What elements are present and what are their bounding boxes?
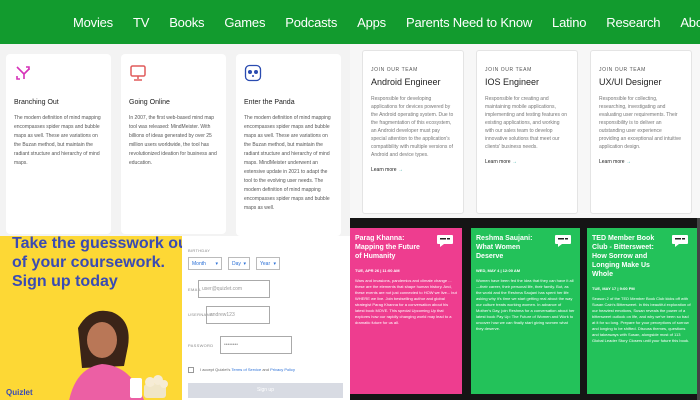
quizlet-promo-banner: Take the guesswork out of your coursewor…: [0, 236, 182, 400]
event-card-parag-khanna[interactable]: Parag Khanna: Mapping the Future of Huma…: [350, 228, 462, 394]
terms-checkbox[interactable]: [188, 367, 194, 373]
job-title: IOS Engineer: [485, 77, 540, 87]
job-title: UX/UI Designer: [599, 77, 662, 87]
password-field[interactable]: ••••••••: [220, 336, 292, 354]
terms-prefix: I accept Quizlet's: [200, 367, 231, 372]
ted-events-section: Parag Khanna: Mapping the Future of Huma…: [350, 218, 700, 400]
email-field[interactable]: user@quizlet.com: [198, 280, 270, 298]
terms-of-service-link[interactable]: Terms of Service: [231, 367, 261, 372]
nav-parents-need-to-know[interactable]: Parents Need to Know: [406, 15, 532, 30]
feature-card-enter-the-panda: Enter the Panda The modern definition of…: [236, 54, 341, 236]
nav-podcasts[interactable]: Podcasts: [285, 15, 337, 30]
top-nav-bar: Movies TV Books Games Podcasts Apps Pare…: [0, 0, 700, 44]
nav-tv[interactable]: TV: [133, 15, 149, 30]
arrow-right-icon: →: [397, 167, 403, 173]
learn-more-link[interactable]: Learn more →: [371, 167, 455, 173]
promo-line: Sign up today: [12, 273, 118, 290]
year-value: Year: [260, 261, 271, 267]
job-card-ios: JOIN OUR TEAM IOS Engineer Responsible f…: [476, 50, 578, 214]
chat-bubble-icon: [437, 235, 453, 247]
job-card-android: JOIN OUR TEAM Android Engineer Responsib…: [362, 50, 464, 214]
learn-more-link[interactable]: Learn more →: [599, 159, 683, 165]
learn-more-link[interactable]: Learn more →: [485, 159, 569, 165]
job-card-ux-ui: JOIN OUR TEAM UX/UI Designer Responsible…: [590, 50, 692, 214]
signup-form: BIRTHDAY Month ▾ Day ▾ Year ▾ EMAIL user@qu…: [182, 236, 350, 400]
nav-about[interactable]: About: [680, 15, 700, 30]
event-description: Wars and invasions, pandemics and climat…: [355, 278, 457, 325]
feature-card-going-online: Going Online In 2007, the first web-base…: [121, 54, 226, 234]
nav-latino[interactable]: Latino: [552, 15, 586, 30]
chevron-down-icon: ▾: [215, 261, 218, 267]
learn-more-label: Learn more: [371, 167, 397, 173]
job-description: Responsible for creating and maintaining…: [485, 96, 567, 150]
nav-apps[interactable]: Apps: [357, 15, 386, 30]
birthday-label: BIRTHDAY: [188, 248, 211, 253]
month-value: Month: [192, 261, 206, 267]
chat-bubble-icon: [672, 235, 688, 247]
year-select[interactable]: Year ▾: [256, 257, 280, 270]
password-label: PASSWORD: [188, 343, 214, 348]
day-value: Day: [232, 261, 241, 267]
feature-title: Branching Out: [14, 99, 59, 106]
terms-text: I accept Quizlet's Terms of Service and …: [200, 367, 295, 372]
arrow-right-icon: →: [625, 159, 631, 165]
monitor-icon: [130, 65, 146, 81]
feature-title: Enter the Panda: [244, 99, 295, 106]
event-date: TUE, APR 26 | 11:00 AM: [355, 268, 400, 273]
feature-text: In 2007, the first web-based mind map to…: [129, 115, 217, 166]
event-title: Parag Khanna: Mapping the Future of Huma…: [355, 235, 420, 260]
feature-text: The modern definition of mind mapping en…: [14, 115, 101, 166]
promo-line: Take the guesswork out: [12, 236, 182, 252]
promo-line: of your coursework.: [12, 254, 165, 271]
event-title: Reshma Saujani: What Women Deserve: [476, 235, 533, 260]
username-field[interactable]: andrew123: [206, 306, 270, 324]
nav-movies[interactable]: Movies: [73, 15, 113, 30]
privacy-policy-link[interactable]: Privacy Policy: [270, 367, 295, 372]
event-description: Women have been fed the idea that they c…: [476, 278, 575, 331]
job-description: Responsible for collecting, researching,…: [599, 96, 681, 150]
nav-books[interactable]: Books: [169, 15, 204, 30]
chevron-down-icon: ▾: [273, 261, 276, 267]
feature-card-branching-out: Branching Out The modern definition of m…: [6, 54, 111, 234]
event-date: WED, MAY 4 | 12:00 AM: [476, 268, 521, 273]
sign-up-button[interactable]: Sign up: [188, 383, 343, 398]
jobs-section: JOIN OUR TEAM Android Engineer Responsib…: [350, 44, 700, 218]
promo-headline: Take the guesswork out of your coursewor…: [12, 236, 182, 291]
quizlet-logo: Quizlet: [6, 388, 33, 397]
event-date: TUE, MAY 17 | 9:00 PM: [592, 286, 635, 291]
nav-games[interactable]: Games: [224, 15, 265, 30]
event-card-reshma-saujani[interactable]: Reshma Saujani: What Women Deserve WED, …: [471, 228, 580, 394]
nav-research[interactable]: Research: [606, 15, 660, 30]
learn-more-label: Learn more: [485, 159, 511, 165]
branch-arrows-icon: [16, 66, 30, 80]
student-illustration: [69, 310, 168, 400]
feature-title: Going Online: [129, 99, 170, 106]
month-select[interactable]: Month ▾: [188, 257, 222, 270]
job-title: Android Engineer: [371, 77, 441, 87]
chevron-down-icon: ▾: [243, 261, 246, 267]
feature-cards-section: Branching Out The modern definition of m…: [0, 44, 350, 236]
event-card-ted-book-club[interactable]: TED Member Book Club - Bittersweet: How …: [587, 228, 697, 394]
feature-text: The modern definition of mind mapping en…: [244, 115, 331, 211]
day-select[interactable]: Day ▾: [228, 257, 250, 270]
terms-and: and: [262, 367, 269, 372]
arrow-right-icon: →: [511, 159, 517, 165]
job-tag: JOIN OUR TEAM: [371, 67, 418, 73]
job-tag: JOIN OUR TEAM: [599, 67, 646, 73]
job-tag: JOIN OUR TEAM: [485, 67, 532, 73]
job-description: Responsible for developing applications …: [371, 96, 454, 158]
learn-more-label: Learn more: [599, 159, 625, 165]
event-title: TED Member Book Club - Bittersweet: How …: [592, 235, 655, 278]
panda-icon: [244, 64, 262, 82]
event-description: Season 2 of the TED Member Book Club kic…: [592, 296, 691, 343]
chat-bubble-icon: [555, 235, 571, 247]
